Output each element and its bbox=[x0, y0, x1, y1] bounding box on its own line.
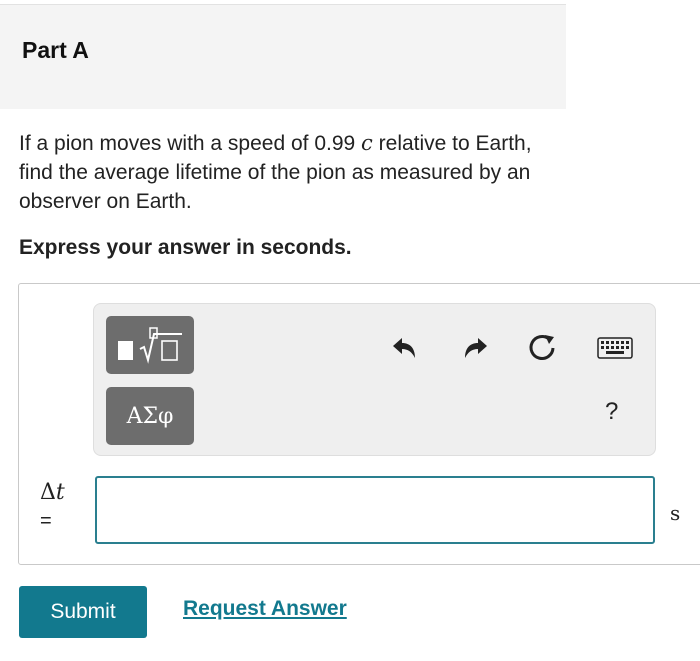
undo-button[interactable] bbox=[387, 331, 421, 365]
request-answer-link[interactable]: Request Answer bbox=[183, 597, 347, 621]
question-text-before: If a pion moves with a speed of 0.99 bbox=[19, 132, 362, 155]
templates-button[interactable] bbox=[106, 316, 194, 374]
symbols-button[interactable]: ΑΣφ bbox=[106, 387, 194, 445]
delta-symbol: Δ bbox=[40, 480, 56, 505]
part-header: Part A bbox=[0, 4, 566, 109]
redo-icon bbox=[465, 338, 487, 358]
templates-icon bbox=[118, 327, 182, 364]
variable-t: t bbox=[55, 480, 65, 505]
equals-sign: = bbox=[40, 510, 52, 532]
redo-button[interactable] bbox=[459, 331, 493, 365]
question-variable: c bbox=[361, 131, 373, 155]
answer-instruction: Express your answer in seconds. bbox=[19, 236, 352, 259]
keyboard-icon bbox=[597, 337, 633, 359]
answer-input[interactable] bbox=[95, 476, 655, 544]
submit-button[interactable]: Submit bbox=[19, 586, 147, 638]
undo-icon bbox=[393, 338, 415, 358]
part-title: Part A bbox=[22, 37, 89, 63]
reset-icon bbox=[529, 335, 555, 360]
reset-button[interactable] bbox=[526, 331, 560, 365]
help-button[interactable]: ? bbox=[605, 398, 618, 426]
question-text: If a pion moves with a speed of 0.99 c r… bbox=[19, 129, 559, 216]
unit-label: s bbox=[670, 501, 681, 525]
answer-variable-label: Δt bbox=[40, 480, 65, 505]
keyboard-button[interactable] bbox=[596, 335, 634, 361]
